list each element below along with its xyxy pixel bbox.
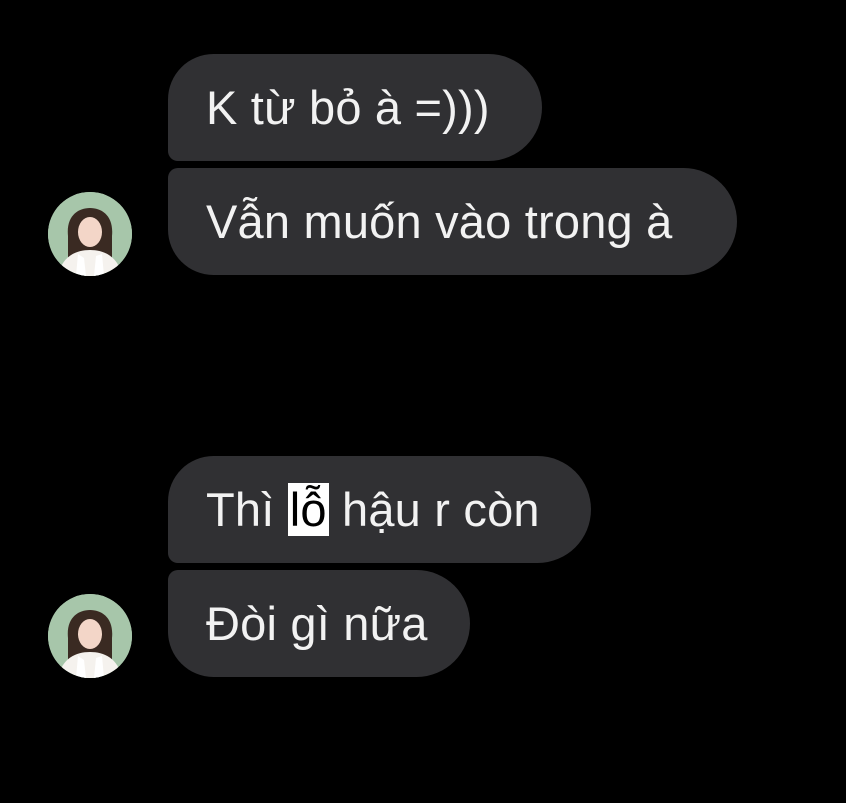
message-bubble[interactable]: Vẫn muốn vào trong à xyxy=(168,168,737,275)
contact-avatar[interactable] xyxy=(48,594,132,678)
message-bubble[interactable]: K từ bỏ à =))) xyxy=(168,54,542,161)
message-bubble[interactable]: Đòi gì nữa xyxy=(168,570,470,677)
message-bubble[interactable]: Thì lỗ hậu r còn xyxy=(168,456,591,563)
selected-text: lỗ xyxy=(287,483,329,536)
contact-avatar[interactable] xyxy=(48,192,132,276)
avatar-photo-icon xyxy=(48,594,132,678)
message-text-start: Thì xyxy=(206,483,288,536)
message-text: K từ bỏ à =))) xyxy=(206,81,490,134)
chat-thread: K từ bỏ à =))) Vẫn muốn vào trong à Thì … xyxy=(0,0,846,803)
message-text-end: hậu r còn xyxy=(328,483,540,536)
message-text: Vẫn muốn vào trong à xyxy=(206,195,673,248)
message-text: Đòi gì nữa xyxy=(206,597,428,650)
avatar-photo-icon xyxy=(48,192,132,276)
